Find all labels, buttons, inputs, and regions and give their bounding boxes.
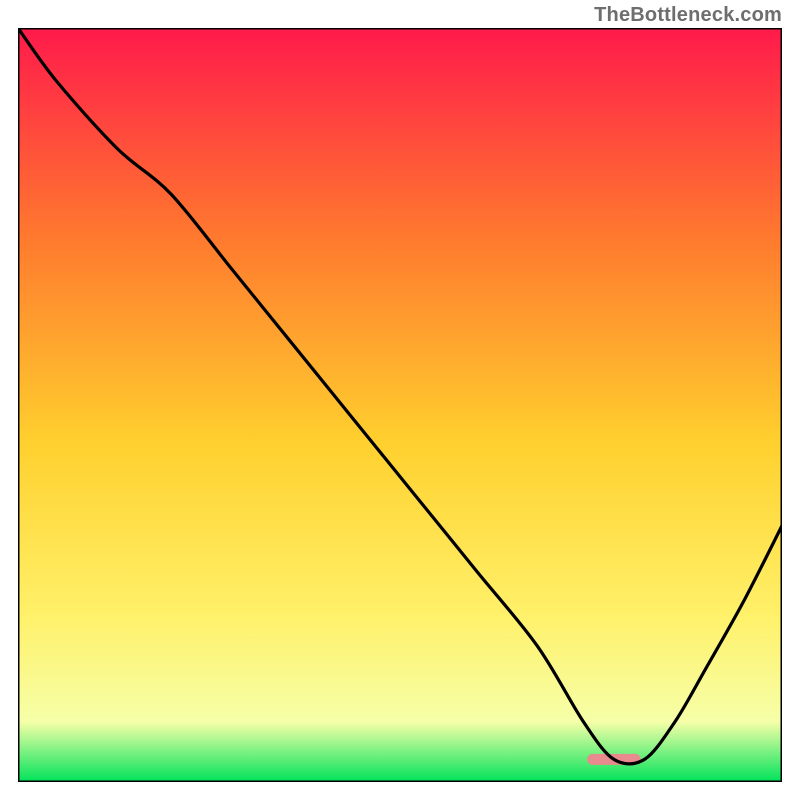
chart-container: TheBottleneck.com [0,0,800,800]
bottleneck-chart [18,28,782,782]
watermark-label: TheBottleneck.com [594,4,782,27]
gradient-background [18,28,782,782]
